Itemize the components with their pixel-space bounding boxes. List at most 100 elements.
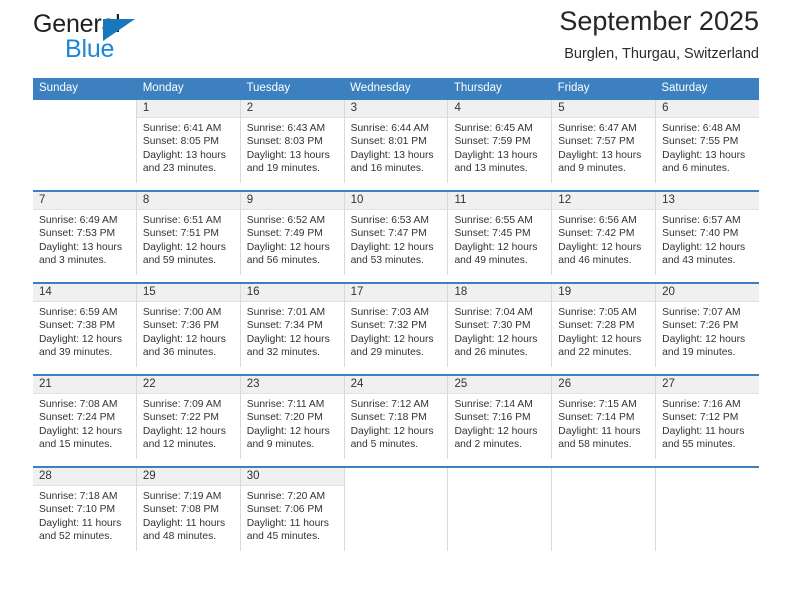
day-number-band: 28: [33, 468, 136, 486]
calendar-day-cell[interactable]: 11 Sunrise: 6:55 AM Sunset: 7:45 PM Dayligh…: [448, 192, 553, 275]
daylight-text: Daylight: 12 hours and 43 minutes.: [662, 241, 746, 267]
calendar-day-cell[interactable]: 20 Sunrise: 7:07 AM Sunset: 7:26 PM Dayligh…: [656, 284, 760, 367]
day-number: 4: [454, 102, 461, 114]
calendar-day-cell[interactable]: 21 Sunrise: 7:08 AM Sunset: 7:24 PM Dayligh…: [33, 376, 137, 459]
day-sun-info: Sunrise: 6:56 AM Sunset: 7:42 PM Daylight:…: [552, 210, 655, 268]
daylight-text: Daylight: 13 hours and 9 minutes.: [558, 149, 642, 175]
sunrise-text: Sunrise: 6:56 AM: [558, 215, 637, 226]
daylight-text: Daylight: 12 hours and 26 minutes.: [454, 333, 538, 359]
calendar-day-cell-empty: [656, 468, 760, 551]
day-sun-info: Sunrise: 6:47 AM Sunset: 7:57 PM Daylight:…: [552, 118, 655, 176]
calendar-day-cell[interactable]: 3 Sunrise: 6:44 AM Sunset: 8:01 PM Daylight…: [344, 100, 449, 183]
calendar-day-cell[interactable]: 9 Sunrise: 6:52 AM Sunset: 7:49 PM Daylight…: [240, 192, 345, 275]
day-number: 3: [350, 102, 357, 114]
day-sun-info: Sunrise: 6:48 AM Sunset: 7:55 PM Daylight:…: [656, 118, 759, 176]
calendar-day-cell[interactable]: 24 Sunrise: 7:12 AM Sunset: 7:18 PM Dayligh…: [344, 376, 449, 459]
calendar-day-cell[interactable]: 6 Sunrise: 6:48 AM Sunset: 7:55 PM Daylight…: [656, 100, 760, 183]
calendar-day-cell-empty: [344, 468, 449, 551]
day-number: 30: [246, 470, 260, 482]
calendar-day-cell[interactable]: 1 Sunrise: 6:41 AM Sunset: 8:05 PM Daylight…: [136, 100, 241, 183]
calendar-day-cell[interactable]: 12 Sunrise: 6:56 AM Sunset: 7:42 PM Dayligh…: [552, 192, 657, 275]
sunrise-text: Sunrise: 7:11 AM: [246, 399, 325, 410]
sunset-text: Sunset: 7:45 PM: [454, 228, 531, 240]
calendar-day-cell[interactable]: 27 Sunrise: 7:16 AM Sunset: 7:12 PM Dayligh…: [656, 376, 760, 459]
calendar-day-cell[interactable]: 10 Sunrise: 6:53 AM Sunset: 7:47 PM Dayligh…: [344, 192, 449, 275]
calendar-day-cell[interactable]: 13 Sunrise: 6:57 AM Sunset: 7:40 PM Dayligh…: [656, 192, 760, 275]
sunset-text: Sunset: 7:30 PM: [454, 320, 531, 332]
calendar-day-cell[interactable]: 23 Sunrise: 7:11 AM Sunset: 7:20 PM Dayligh…: [240, 376, 345, 459]
sunrise-text: Sunrise: 6:43 AM: [246, 123, 326, 134]
day-number: 28: [39, 470, 52, 482]
calendar-day-cell[interactable]: 7 Sunrise: 6:49 AM Sunset: 7:53 PM Daylight…: [33, 192, 137, 275]
sunrise-text: Sunrise: 7:19 AM: [142, 491, 222, 502]
day-number-band: 26: [552, 376, 656, 394]
sunrise-text: Sunrise: 6:52 AM: [246, 215, 326, 226]
daylight-text: Daylight: 13 hours and 16 minutes.: [350, 149, 434, 175]
day-number-band: 14: [33, 284, 136, 302]
daylight-text: Daylight: 12 hours and 19 minutes.: [662, 333, 746, 359]
day-number: 27: [662, 378, 675, 390]
calendar-page: General Blue September 2025 Burglen, Thu…: [0, 0, 792, 612]
calendar-day-cell[interactable]: 28 Sunrise: 7:18 AM Sunset: 7:10 PM Dayligh…: [33, 468, 137, 551]
sunset-text: Sunset: 7:51 PM: [142, 228, 219, 240]
day-sun-info: Sunrise: 6:57 AM Sunset: 7:40 PM Daylight:…: [656, 210, 759, 268]
sunrise-text: Sunrise: 6:41 AM: [142, 123, 222, 134]
day-number-band: 17: [344, 284, 448, 302]
calendar-week-row: 1 Sunrise: 6:41 AM Sunset: 8:05 PM Daylight…: [33, 98, 760, 183]
day-sun-info: Sunrise: 7:14 AM Sunset: 7:16 PM Daylight:…: [448, 394, 551, 452]
sunset-text: Sunset: 7:36 PM: [142, 320, 219, 332]
daylight-text: Daylight: 13 hours and 6 minutes.: [662, 149, 746, 175]
calendar-day-cell[interactable]: 8 Sunrise: 6:51 AM Sunset: 7:51 PM Daylight…: [136, 192, 241, 275]
day-number-band: 6: [656, 100, 760, 118]
sunset-text: Sunset: 8:01 PM: [350, 136, 427, 148]
sunset-text: Sunset: 7:10 PM: [39, 504, 116, 516]
calendar-day-cell[interactable]: 15 Sunrise: 7:00 AM Sunset: 7:36 PM Dayligh…: [136, 284, 241, 367]
day-sun-info: Sunrise: 7:03 AM Sunset: 7:32 PM Daylight:…: [345, 302, 448, 360]
day-number: 18: [454, 286, 468, 298]
calendar-day-cell[interactable]: 16 Sunrise: 7:01 AM Sunset: 7:34 PM Dayligh…: [240, 284, 345, 367]
calendar-day-cell[interactable]: 18 Sunrise: 7:04 AM Sunset: 7:30 PM Dayligh…: [448, 284, 553, 367]
calendar-day-cell[interactable]: 5 Sunrise: 6:47 AM Sunset: 7:57 PM Daylight…: [552, 100, 657, 183]
day-sun-info: Sunrise: 7:11 AM Sunset: 7:20 PM Daylight:…: [241, 394, 344, 452]
sunset-text: Sunset: 7:55 PM: [662, 136, 739, 148]
day-sun-info: Sunrise: 7:00 AM Sunset: 7:36 PM Daylight:…: [137, 302, 240, 360]
calendar-week-row: 14 Sunrise: 6:59 AM Sunset: 7:38 PM Dayligh…: [33, 282, 760, 367]
calendar-day-cell[interactable]: 26 Sunrise: 7:15 AM Sunset: 7:14 PM Dayligh…: [552, 376, 657, 459]
day-number-band: 15: [136, 284, 240, 302]
sunset-text: Sunset: 8:03 PM: [246, 136, 323, 148]
calendar-day-cell[interactable]: 19 Sunrise: 7:05 AM Sunset: 7:28 PM Dayligh…: [552, 284, 657, 367]
calendar-day-cell[interactable]: 2 Sunrise: 6:43 AM Sunset: 8:03 PM Daylight…: [240, 100, 345, 183]
day-number-band: 22: [136, 376, 240, 394]
calendar-grid: Sunday Monday Tuesday Wednesday Thursday…: [33, 78, 760, 551]
day-sun-info: Sunrise: 6:44 AM Sunset: 8:01 PM Daylight:…: [345, 118, 448, 176]
sunrise-text: Sunrise: 6:47 AM: [558, 123, 637, 134]
calendar-weeks: 1 Sunrise: 6:41 AM Sunset: 8:05 PM Daylight…: [33, 98, 760, 551]
day-number-band: [656, 468, 760, 486]
day-number-band: 8: [136, 192, 240, 210]
calendar-day-cell[interactable]: 4 Sunrise: 6:45 AM Sunset: 7:59 PM Daylight…: [448, 100, 553, 183]
calendar-day-cell[interactable]: 30 Sunrise: 7:20 AM Sunset: 7:06 PM Dayligh…: [240, 468, 345, 551]
sunrise-text: Sunrise: 6:48 AM: [662, 123, 741, 134]
day-sun-info: Sunrise: 6:52 AM Sunset: 7:49 PM Daylight:…: [241, 210, 344, 268]
sunset-text: Sunset: 7:12 PM: [662, 412, 739, 424]
calendar-day-cell[interactable]: 25 Sunrise: 7:14 AM Sunset: 7:16 PM Dayligh…: [448, 376, 553, 459]
calendar-day-cell[interactable]: 29 Sunrise: 7:19 AM Sunset: 7:08 PM Dayligh…: [136, 468, 241, 551]
day-sun-info: Sunrise: 7:12 AM Sunset: 7:18 PM Daylight:…: [345, 394, 448, 452]
sunset-text: Sunset: 7:14 PM: [558, 412, 635, 424]
daylight-text: Daylight: 12 hours and 53 minutes.: [350, 241, 434, 267]
calendar-day-cell[interactable]: 17 Sunrise: 7:03 AM Sunset: 7:32 PM Dayligh…: [344, 284, 449, 367]
day-number: 29: [142, 470, 156, 482]
page-header: General Blue September 2025 Burglen, Thu…: [33, 0, 759, 78]
sunrise-text: Sunrise: 7:12 AM: [350, 399, 429, 410]
day-number-band: 13: [656, 192, 760, 210]
day-number: 12: [558, 194, 572, 206]
calendar-day-cell[interactable]: 14 Sunrise: 6:59 AM Sunset: 7:38 PM Dayligh…: [33, 284, 137, 367]
day-sun-info: Sunrise: 6:51 AM Sunset: 7:51 PM Daylight:…: [137, 210, 240, 268]
day-sun-info: Sunrise: 7:05 AM Sunset: 7:28 PM Daylight:…: [552, 302, 655, 360]
sunrise-text: Sunrise: 7:04 AM: [454, 307, 533, 318]
sunset-text: Sunset: 7:42 PM: [558, 228, 635, 240]
day-number-band: 10: [344, 192, 448, 210]
day-number: 8: [142, 194, 150, 206]
day-number-band: 4: [448, 100, 552, 118]
calendar-day-cell[interactable]: 22 Sunrise: 7:09 AM Sunset: 7:22 PM Dayligh…: [136, 376, 241, 459]
